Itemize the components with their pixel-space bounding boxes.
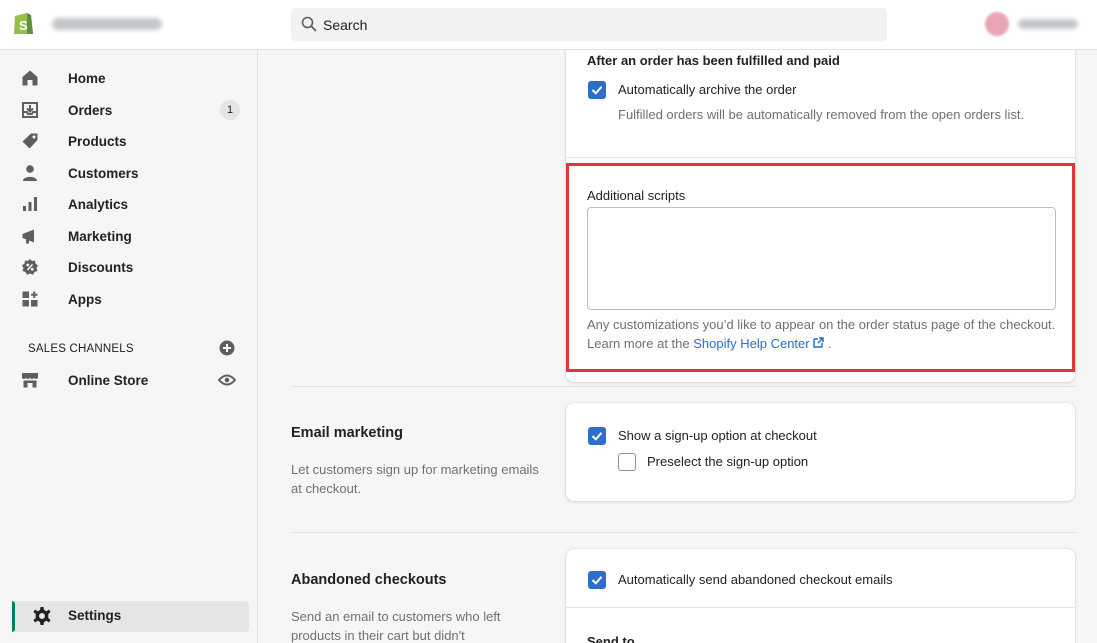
checkmark-icon xyxy=(591,432,603,441)
megaphone-icon xyxy=(20,226,40,246)
settings-content: After an order has been fulfilled and pa… xyxy=(259,50,1097,643)
abandoned-checkouts-description: Send an email to customers who left prod… xyxy=(291,609,501,643)
search-input[interactable]: Search xyxy=(291,8,887,41)
archive-order-label[interactable]: Automatically archive the order xyxy=(618,82,796,97)
sidebar-item-label: Online Store xyxy=(68,372,149,388)
auto-send-abandoned-checkbox[interactable] xyxy=(588,571,606,589)
sidebar-item-settings[interactable]: Settings xyxy=(12,601,249,632)
sidebar-item-products[interactable]: Products xyxy=(20,128,248,154)
sidebar-item-orders[interactable]: Orders 1 xyxy=(20,97,248,123)
card-section-divider xyxy=(566,157,1075,158)
eye-icon[interactable] xyxy=(218,373,236,387)
preselect-signup-checkbox[interactable] xyxy=(618,453,636,471)
sidebar-item-apps[interactable]: Apps xyxy=(20,286,248,312)
sales-channels-heading: SALES CHANNELS xyxy=(28,343,134,355)
signup-option-label[interactable]: Show a sign-up option at checkout xyxy=(618,428,817,443)
sidebar-item-customers[interactable]: Customers xyxy=(20,160,248,186)
card-section-divider xyxy=(566,607,1075,608)
sidebar-item-label: Apps xyxy=(68,291,102,307)
preselect-signup-label[interactable]: Preselect the sign-up option xyxy=(647,454,808,469)
store-name[interactable] xyxy=(52,18,162,30)
user-name[interactable] xyxy=(1018,19,1078,29)
section-divider xyxy=(291,386,1076,387)
top-bar: S Search xyxy=(0,0,1097,50)
add-sales-channel-icon[interactable] xyxy=(219,340,235,356)
auto-send-abandoned-label[interactable]: Automatically send abandoned checkout em… xyxy=(618,572,893,587)
svg-text:S: S xyxy=(19,18,28,33)
section-divider xyxy=(291,532,1076,533)
fulfilled-paid-heading: After an order has been fulfilled and pa… xyxy=(587,53,840,68)
bar-chart-icon xyxy=(20,194,40,214)
person-icon xyxy=(20,163,40,183)
sidebar-item-online-store[interactable]: Online Store xyxy=(20,367,248,393)
home-icon xyxy=(20,68,40,88)
sidebar-item-analytics[interactable]: Analytics xyxy=(20,191,248,217)
active-indicator xyxy=(12,601,15,632)
shopify-logo-icon[interactable]: S xyxy=(12,10,34,36)
orders-icon xyxy=(20,100,40,120)
gear-icon xyxy=(32,606,52,626)
archive-order-help: Fulfilled orders will be automatically r… xyxy=(618,107,1025,122)
email-marketing-card: Show a sign-up option at checkout Presel… xyxy=(566,403,1075,501)
sidebar-item-label: Discounts xyxy=(68,259,134,275)
sidebar-item-label: Marketing xyxy=(68,228,132,244)
apps-icon xyxy=(20,289,40,309)
abandoned-checkouts-title: Abandoned checkouts xyxy=(291,572,447,588)
discount-icon xyxy=(20,257,40,277)
sidebar-item-discounts[interactable]: Discounts xyxy=(20,254,248,280)
avatar[interactable] xyxy=(985,12,1009,36)
checkmark-icon xyxy=(591,576,603,585)
orders-count-badge: 1 xyxy=(220,100,240,120)
tag-icon xyxy=(20,131,40,151)
sidebar-item-marketing[interactable]: Marketing xyxy=(20,223,248,249)
email-marketing-title: Email marketing xyxy=(291,425,404,441)
store-icon xyxy=(20,370,40,390)
sidebar: Home Orders 1 Products Customers Analyti… xyxy=(0,50,258,643)
signup-option-checkbox[interactable] xyxy=(588,427,606,445)
sidebar-item-label: Settings xyxy=(68,608,122,623)
email-marketing-description: Let customers sign up for marketing emai… xyxy=(291,462,539,496)
send-to-label: Send to xyxy=(587,634,635,643)
sidebar-item-home[interactable]: Home xyxy=(20,65,248,91)
sidebar-item-label: Products xyxy=(68,133,127,149)
archive-order-checkbox[interactable] xyxy=(588,81,606,99)
abandoned-checkouts-card: Automatically send abandoned checkout em… xyxy=(566,549,1075,643)
checkmark-icon xyxy=(591,86,603,95)
sidebar-item-label: Orders xyxy=(68,102,113,118)
sidebar-item-label: Analytics xyxy=(68,196,129,212)
search-icon xyxy=(301,16,317,32)
highlight-box xyxy=(566,163,1075,372)
sidebar-item-label: Customers xyxy=(68,165,139,181)
sidebar-item-label: Home xyxy=(68,70,106,86)
search-placeholder: Search xyxy=(323,17,368,33)
